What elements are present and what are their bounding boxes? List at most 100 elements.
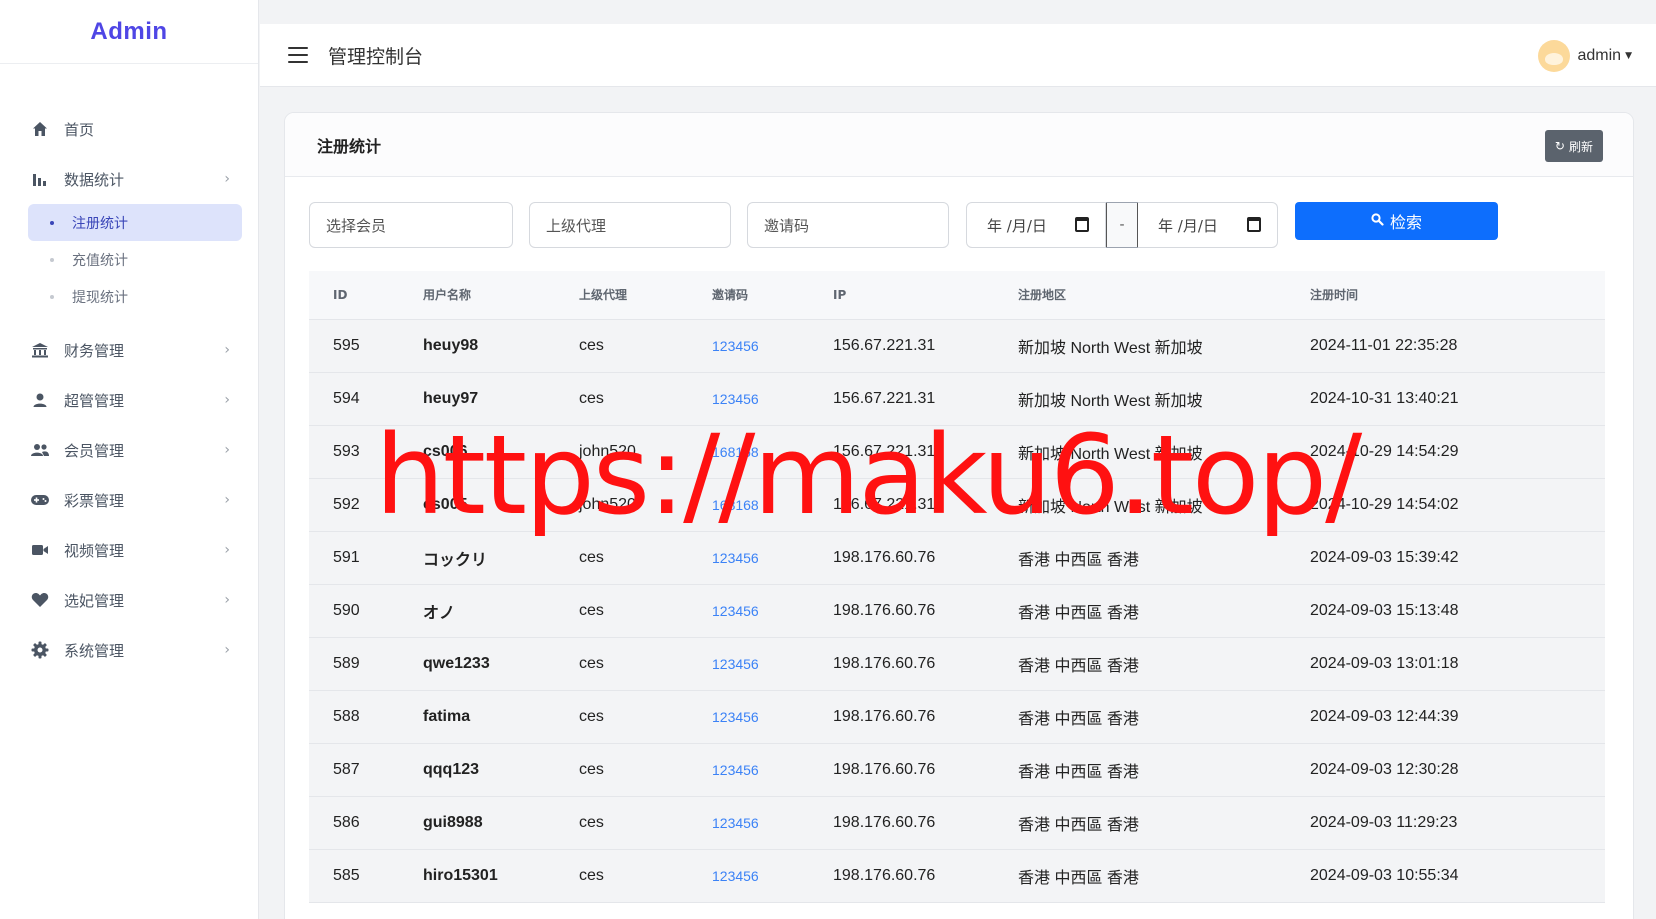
cell-invite-code[interactable]: 123456 (712, 584, 833, 638)
cell-invite-code[interactable]: 123456 (712, 743, 833, 797)
sidebar-item-video[interactable]: 视频管理 › (0, 525, 258, 575)
people-icon (30, 440, 50, 460)
brand[interactable]: Admin (0, 0, 258, 64)
cell-agent: ces (579, 690, 712, 744)
col-header-agent[interactable]: 上级代理 (579, 271, 712, 320)
sidebar-item-system[interactable]: 系统管理 › (0, 625, 258, 675)
refresh-button[interactable]: ↻ 刷新 (1544, 130, 1603, 162)
cell-ip: 198.176.60.76 (833, 743, 1018, 797)
calendar-icon[interactable] (1247, 217, 1261, 232)
sidebar-menu: 首页 数据统计 › 注册统计 充值统计 提现统计 财务管理 › 超管管理 › 会… (0, 64, 258, 675)
table-row[interactable]: 591 コックリ ces 123456 198.176.60.76 香港 中西區 香港 20… (309, 531, 1605, 585)
invite-code-input[interactable]: 邀请码 (747, 202, 949, 248)
cell-id: 590 (309, 584, 423, 638)
sidebar-item-concubine[interactable]: 选妃管理 › (0, 575, 258, 625)
table-row[interactable]: 587 qqq123 ces 123456 198.176.60.76 香港 中西區 香港… (309, 743, 1605, 797)
chevron-right-icon: › (224, 642, 230, 658)
cell-time: 2024-09-03 15:39:42 (1310, 531, 1605, 585)
col-header-region[interactable]: 注册地区 (1018, 271, 1310, 320)
filter-bar: 选择会员 上级代理 邀请码 年 /月/日 - 年 /月/日 检索 (309, 202, 1498, 248)
user-menu[interactable]: admin ▼ (1537, 24, 1632, 87)
agent-input[interactable]: 上级代理 (529, 202, 731, 248)
sidebar-item-label: 会员管理 (64, 441, 125, 460)
date-range: 年 /月/日 - 年 /月/日 (966, 202, 1278, 248)
cell-invite-code[interactable]: 123456 (712, 531, 833, 585)
sidebar-item-label: 系统管理 (64, 641, 125, 660)
refresh-label: 刷新 (1568, 139, 1593, 154)
sidebar-item-stats[interactable]: 数据统计 › (0, 154, 258, 204)
cell-id: 594 (309, 372, 423, 426)
date-separator: - (1106, 202, 1138, 248)
cell-region: 新加坡 North West 新加坡 (1018, 319, 1310, 373)
search-button[interactable]: 检索 (1295, 202, 1498, 240)
start-date-input[interactable]: 年 /月/日 (966, 202, 1106, 248)
heart-icon (30, 590, 50, 610)
cell-time: 2024-09-03 15:13:48 (1310, 584, 1605, 638)
cell-agent: john520 (579, 478, 712, 532)
cell-id: 586 (309, 796, 423, 850)
cell-agent: ces (579, 531, 712, 585)
menu-toggle-icon[interactable] (288, 47, 308, 63)
cell-agent: ces (579, 796, 712, 850)
table-row[interactable]: 592 cs005 john520 168168 156.67.221.31 新加坡 No… (309, 478, 1605, 532)
sidebar-subitem-register-stats[interactable]: 注册统计 (28, 204, 242, 241)
table-row[interactable]: 594 heuy97 ces 123456 156.67.221.31 新加坡 North… (309, 372, 1605, 426)
start-date-text: 年 /月/日 (987, 216, 1047, 235)
cell-time: 2024-11-01 22:35:28 (1310, 319, 1605, 373)
cell-time: 2024-10-29 14:54:29 (1310, 425, 1605, 479)
sidebar-item-super-admin[interactable]: 超管管理 › (0, 375, 258, 425)
table-row[interactable]: 588 fatima ces 123456 198.176.60.76 香港 中西區 香港… (309, 690, 1605, 744)
cell-invite-code[interactable]: 123456 (712, 319, 833, 373)
cell-ip: 156.67.221.31 (833, 478, 1018, 532)
register-table: ID 用户名称 上级代理 邀请码 IP 注册地区 注册时间 595 heuy98 c… (309, 271, 1605, 903)
cell-ip: 198.176.60.76 (833, 796, 1018, 850)
cell-ip: 198.176.60.76 (833, 637, 1018, 691)
table-row[interactable]: 585 hiro15301 ces 123456 198.176.60.76 香港 中西區… (309, 849, 1605, 903)
cell-invite-code[interactable]: 123456 (712, 690, 833, 744)
cell-region: 香港 中西區 香港 (1018, 690, 1310, 744)
cell-username: gui8988 (423, 796, 579, 850)
member-select[interactable]: 选择会员 (309, 202, 513, 248)
cell-id: 592 (309, 478, 423, 532)
search-label: 检索 (1389, 213, 1422, 232)
table-row[interactable]: 590 オノ ces 123456 198.176.60.76 香港 中西區 香港 2024… (309, 584, 1605, 638)
sidebar-item-members[interactable]: 会员管理 › (0, 425, 258, 475)
sidebar-subitem-recharge-stats[interactable]: 充值统计 (28, 241, 242, 278)
cell-time: 2024-09-03 13:01:18 (1310, 637, 1605, 691)
sidebar-item-home[interactable]: 首页 (0, 104, 258, 154)
cell-ip: 156.67.221.31 (833, 372, 1018, 426)
cell-agent: ces (579, 743, 712, 797)
cell-time: 2024-09-03 12:44:39 (1310, 690, 1605, 744)
cell-invite-code[interactable]: 123456 (712, 796, 833, 850)
col-header-ip[interactable]: IP (833, 271, 1018, 320)
sidebar-item-label: 数据统计 (64, 170, 125, 189)
bullet-icon (50, 294, 54, 299)
cell-region: 香港 中西區 香港 (1018, 584, 1310, 638)
col-header-id[interactable]: ID (309, 271, 423, 320)
sidebar-item-lottery[interactable]: 彩票管理 › (0, 475, 258, 525)
cell-username: qqq123 (423, 743, 579, 797)
cell-invite-code[interactable]: 123456 (712, 849, 833, 903)
end-date-input[interactable]: 年 /月/日 (1138, 202, 1278, 248)
calendar-icon[interactable] (1075, 217, 1089, 232)
sidebar-subitem-withdraw-stats[interactable]: 提现统计 (28, 278, 242, 315)
sidebar-item-label: 财务管理 (64, 341, 125, 360)
cell-invite-code[interactable]: 168168 (712, 478, 833, 532)
cell-invite-code[interactable]: 123456 (712, 372, 833, 426)
stats-submenu: 注册统计 充值统计 提现统计 (0, 204, 258, 315)
col-header-username[interactable]: 用户名称 (423, 271, 579, 320)
cell-invite-code[interactable]: 123456 (712, 637, 833, 691)
refresh-icon: ↻ (1554, 139, 1565, 153)
table-row[interactable]: 593 cs006 john520 168168 156.67.221.31 新加坡 No… (309, 425, 1605, 479)
subitem-label: 充值统计 (72, 252, 128, 269)
register-stats-card: 注册统计 ↻ 刷新 选择会员 上级代理 邀请码 年 /月/日 - 年 /月/日 … (284, 112, 1634, 919)
col-header-time[interactable]: 注册时间 (1310, 271, 1605, 320)
cell-invite-code[interactable]: 168168 (712, 425, 833, 479)
sidebar-item-finance[interactable]: 财务管理 › (0, 325, 258, 375)
col-header-invite-code[interactable]: 邀请码 (712, 271, 833, 320)
table-row[interactable]: 589 qwe1233 ces 123456 198.176.60.76 香港 中西區 香… (309, 637, 1605, 691)
table-row[interactable]: 586 gui8988 ces 123456 198.176.60.76 香港 中西區 香… (309, 796, 1605, 850)
cell-username: オノ (423, 584, 579, 638)
cell-username: heuy97 (423, 372, 579, 426)
table-row[interactable]: 595 heuy98 ces 123456 156.67.221.31 新加坡 North… (309, 319, 1605, 373)
